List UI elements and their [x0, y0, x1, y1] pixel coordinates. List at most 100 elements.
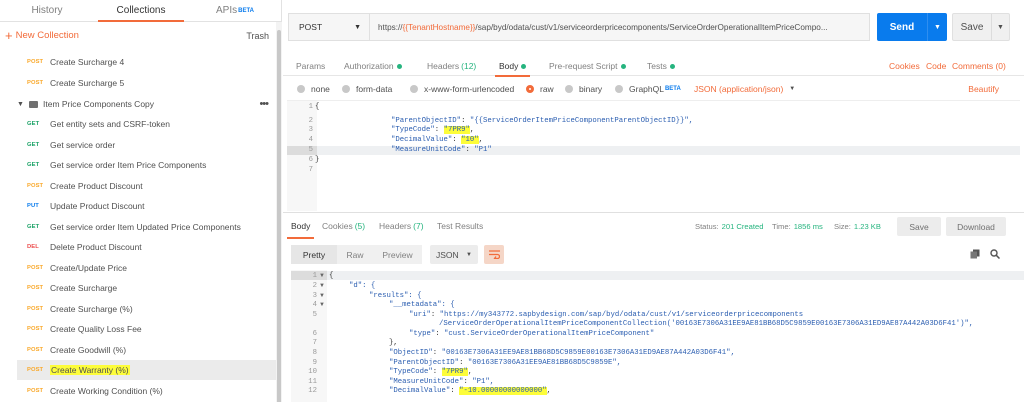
line-number: 12: [308, 387, 317, 395]
folder-item-price-components-copy[interactable]: ▼ Item Price Components Copy •••: [17, 96, 276, 112]
response-format-select[interactable]: JSON ▼: [430, 245, 478, 264]
copy-icon[interactable]: [970, 249, 980, 259]
save-dropdown-icon[interactable]: ▼: [991, 14, 1009, 40]
new-collection-button[interactable]: + New Collection: [5, 29, 79, 42]
request-item[interactable]: POST Create Quality Loss Fee: [17, 319, 276, 339]
code-link[interactable]: Code: [926, 56, 946, 76]
send-dropdown-icon[interactable]: ▼: [927, 13, 947, 41]
request-item[interactable]: DEL Delete Product Discount: [17, 237, 276, 257]
save-response-button[interactable]: Save: [897, 217, 941, 236]
scrollbar-thumb[interactable]: [277, 30, 281, 402]
cookies-link[interactable]: Cookies: [889, 56, 920, 76]
json-value: "{{ServiceOrderItemPriceComponentParentO…: [469, 117, 694, 125]
tab-body[interactable]: Body: [494, 56, 531, 77]
method-badge: POST: [27, 59, 44, 65]
size-readout: Size: 1.23 KB: [834, 213, 881, 239]
request-item[interactable]: POST Create Surcharge 5: [17, 73, 276, 93]
radio-binary[interactable]: binary: [565, 84, 602, 94]
tab-params[interactable]: Params: [296, 56, 325, 76]
tab-prerequest-script[interactable]: Pre-request Script: [549, 56, 626, 76]
fold-toggle-icon[interactable]: ▼: [319, 273, 325, 279]
send-button[interactable]: Send ▼: [877, 13, 947, 41]
view-raw[interactable]: Raw: [337, 245, 373, 264]
save-button[interactable]: Save ▼: [952, 13, 1010, 41]
tab-label: Body: [291, 221, 311, 231]
view-preview[interactable]: Preview: [373, 245, 422, 264]
tab-count: (7): [413, 221, 424, 231]
radio-label: binary: [579, 84, 603, 94]
comments-link[interactable]: Comments (0): [952, 56, 1006, 76]
tab-count: (12): [461, 61, 477, 71]
line-number: 2: [312, 282, 317, 290]
request-item[interactable]: POST Create Surcharge (%): [17, 299, 276, 319]
request-name: Create Surcharge 5: [50, 78, 125, 88]
more-options-icon[interactable]: •••: [259, 98, 269, 110]
method-badge: POST: [27, 306, 44, 312]
radio-circle: [565, 85, 573, 93]
request-item[interactable]: GET Get service order Item Price Componen…: [17, 155, 276, 175]
tab-headers[interactable]: Headers (12): [427, 56, 476, 76]
code-line: "DecimalValue": "-10.00000000000000",: [389, 387, 552, 395]
request-item[interactable]: GET Get service order Item Updated Price …: [17, 217, 276, 237]
response-body-viewer[interactable]: 1 2 3 4 5 6 7 8 9 10 11 12 ▼ ▼ ▼ ▼ { "d"…: [291, 270, 1024, 402]
request-name: Get service order Item Updated Price Com…: [50, 222, 241, 232]
method-badge: POST: [27, 367, 44, 373]
radio-form-data[interactable]: form-data: [342, 84, 392, 94]
url-input[interactable]: https://{{TenantHostname}}/sap/byd/odata…: [370, 14, 869, 40]
request-item[interactable]: PUT Update Product Discount: [17, 196, 276, 216]
request-item[interactable]: GET Get service order: [17, 135, 276, 155]
response-tab-cookies[interactable]: Cookies (5): [322, 213, 365, 239]
sidebar-scrollbar[interactable]: [276, 22, 282, 402]
json-key: "ParentObjectID": [391, 117, 462, 125]
code-line: "MeasureUnitCode": "P1": [391, 146, 492, 154]
request-item[interactable]: POST Create Goodwill (%): [17, 340, 276, 360]
json-value: "cust.ServiceOrderOperationalItemPriceCo…: [444, 330, 655, 338]
request-name: Create/Update Price: [50, 263, 128, 273]
request-item[interactable]: POST Create Surcharge 4: [17, 52, 276, 72]
new-collection-label: New Collection: [15, 30, 79, 41]
request-item[interactable]: POST Create/Update Price: [17, 258, 276, 278]
wrap-lines-button[interactable]: [484, 245, 504, 264]
beautify-button[interactable]: Beautify: [968, 84, 999, 94]
tab-apis[interactable]: APIs BETA: [188, 0, 282, 21]
request-item[interactable]: POST Create Product Discount: [17, 176, 276, 196]
request-item[interactable]: GET Get entity sets and CSRF-token: [17, 114, 276, 134]
method-badge: POST: [27, 388, 44, 394]
json-key: "__metadata": {: [389, 301, 455, 309]
fold-toggle-icon[interactable]: ▼: [319, 302, 325, 308]
tab-history[interactable]: History: [0, 0, 94, 21]
method-select[interactable]: POST ▼: [289, 14, 370, 40]
fold-toggle-icon[interactable]: ▼: [319, 283, 325, 289]
request-item[interactable]: POST Create Working Condition (%): [17, 381, 276, 401]
request-body-editor[interactable]: 1 2 3 4 5 6 7 { "ParentObjectID": "{{Ser…: [287, 100, 1020, 211]
line-number: 3: [312, 292, 317, 300]
content-type-select[interactable]: JSON (application/json) ▼: [694, 84, 795, 94]
response-tab-test-results[interactable]: Test Results: [437, 213, 483, 239]
json-value-highlighted: "10": [461, 136, 479, 144]
code-line: {: [329, 272, 333, 280]
tab-label: Test Results: [437, 221, 484, 231]
radio-none[interactable]: none: [297, 84, 330, 94]
download-button[interactable]: Download: [946, 217, 1006, 236]
response-tab-body[interactable]: Body: [286, 213, 315, 239]
request-item[interactable]: POST Create Surcharge: [17, 278, 276, 298]
json-key: "MeasureUnitCode": [391, 146, 466, 154]
beta-badge: BETA: [664, 86, 681, 92]
radio-x-www-form-urlencoded[interactable]: x-www-form-urlencoded: [410, 84, 514, 94]
view-pretty[interactable]: Pretty: [291, 245, 337, 264]
json-key: "type": [409, 330, 436, 338]
status-dot-icon: [620, 63, 626, 69]
tab-collections[interactable]: Collections: [94, 0, 188, 22]
method-badge: POST: [27, 80, 44, 86]
trash-button[interactable]: Trash: [246, 31, 269, 41]
tab-history-label: History: [31, 5, 63, 16]
radio-raw[interactable]: raw: [526, 84, 554, 94]
request-name: Create Working Condition (%): [50, 386, 163, 396]
request-item-selected[interactable]: POST Create Warranty (%): [17, 360, 276, 380]
search-icon[interactable]: [990, 249, 1000, 259]
tab-authorization[interactable]: Authorization: [344, 56, 402, 76]
response-tab-headers[interactable]: Headers (7): [379, 213, 424, 239]
fold-toggle-icon[interactable]: ▼: [319, 293, 325, 299]
radio-graphql[interactable]: GraphQL BETA: [615, 84, 681, 94]
tab-tests[interactable]: Tests: [647, 56, 675, 76]
